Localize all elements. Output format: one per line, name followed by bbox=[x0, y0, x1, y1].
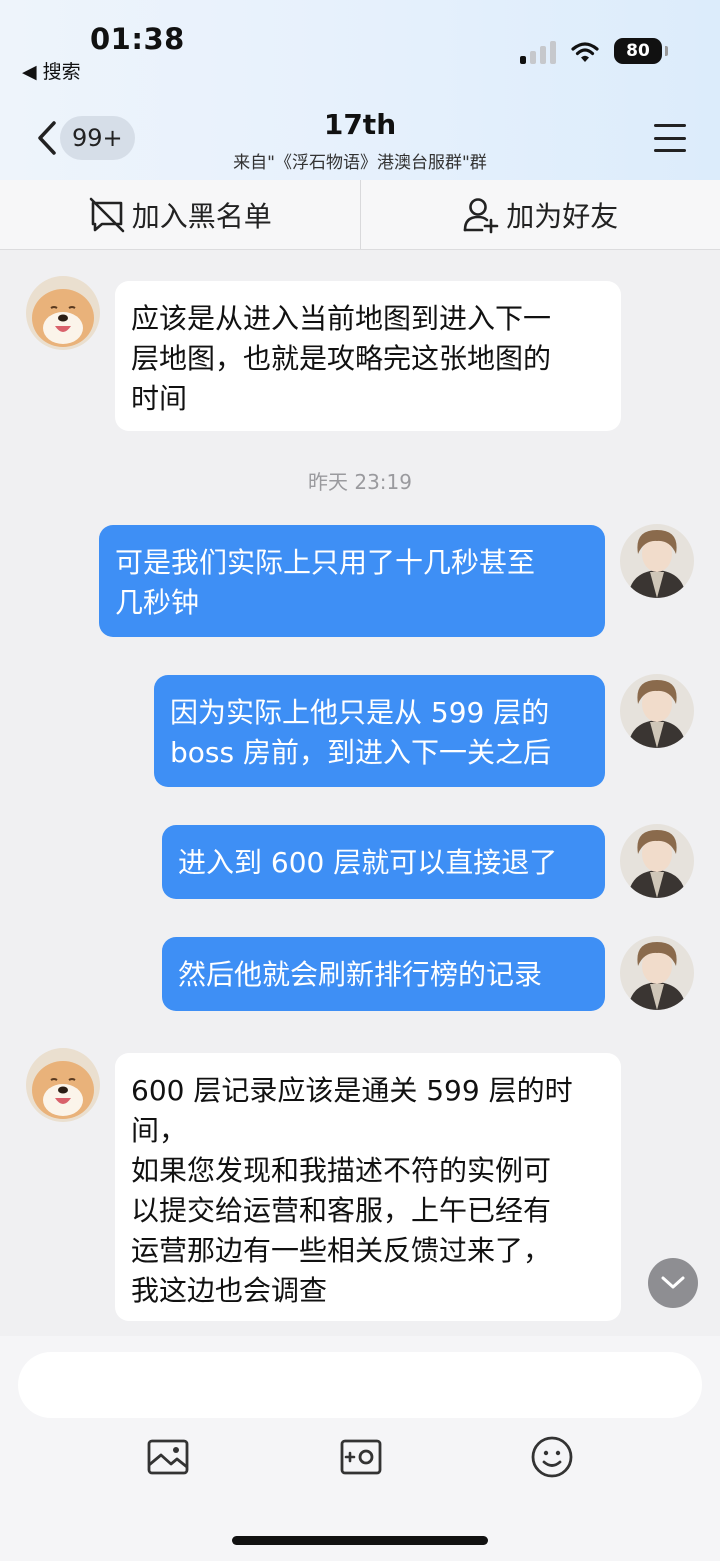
message-bubble[interactable]: 应该是从进入当前地图到进入下一 层地图，也就是攻略完这张地图的 时间 bbox=[115, 281, 621, 431]
dog-avatar[interactable] bbox=[26, 1048, 100, 1122]
status-time: 01:38 bbox=[90, 22, 185, 56]
camera-icon bbox=[340, 1439, 382, 1475]
message-bubble[interactable]: 进入到 600 层就可以直接退了 bbox=[162, 825, 605, 899]
message-bubble[interactable]: 因为实际上他只是从 599 层的 boss 房前，到进入下一关之后 bbox=[154, 675, 605, 787]
message-input[interactable] bbox=[18, 1352, 702, 1418]
chevron-down-icon bbox=[661, 1276, 685, 1289]
status-back-link[interactable]: ◀ 搜索 bbox=[22, 57, 81, 84]
chat-subtitle: 来自"《浮石物语》港澳台服群"群 bbox=[233, 153, 487, 173]
home-indicator bbox=[232, 1536, 488, 1545]
add-friend-label: 加为好友 bbox=[506, 199, 619, 233]
composer-area bbox=[0, 1336, 720, 1561]
block-chat-icon bbox=[89, 197, 125, 232]
anime-avatar[interactable] bbox=[620, 524, 694, 598]
emoji-button[interactable] bbox=[529, 1434, 575, 1480]
message-bubble[interactable]: 可是我们实际上只用了十几秒甚至 几秒钟 bbox=[99, 525, 605, 637]
chat-header: 99+ 17th 来自"《浮石物语》港澳台服群"群 bbox=[0, 100, 720, 180]
dog-avatar[interactable] bbox=[26, 276, 100, 350]
anime-avatar[interactable] bbox=[620, 824, 694, 898]
blacklist-label: 加入黑名单 bbox=[131, 199, 272, 233]
add-friend-button[interactable]: 加为好友 bbox=[361, 180, 720, 249]
menu-icon[interactable] bbox=[654, 124, 686, 152]
signal-icon bbox=[520, 40, 556, 64]
camera-button[interactable] bbox=[338, 1434, 384, 1480]
wifi-icon bbox=[571, 42, 599, 62]
anime-avatar[interactable] bbox=[620, 674, 694, 748]
image-button[interactable] bbox=[145, 1434, 191, 1480]
image-icon bbox=[147, 1439, 189, 1475]
status-indicators: 80 bbox=[520, 38, 668, 64]
message-bubble[interactable]: 然后他就会刷新排行榜的记录 bbox=[162, 937, 605, 1011]
message-timestamp: 昨天 23:19 bbox=[308, 470, 412, 494]
battery-indicator: 80 bbox=[614, 38, 668, 64]
emoji-icon bbox=[531, 1436, 573, 1478]
stranger-action-bar: 加入黑名单 加为好友 bbox=[0, 180, 720, 250]
blacklist-button[interactable]: 加入黑名单 bbox=[0, 180, 360, 249]
scroll-to-bottom-button[interactable] bbox=[648, 1258, 698, 1308]
anime-avatar[interactable] bbox=[620, 936, 694, 1010]
add-user-icon bbox=[463, 197, 499, 233]
chat-title: 17th bbox=[323, 108, 397, 141]
message-bubble[interactable]: 600 层记录应该是通关 599 层的时 间， 如果您发现和我描述不符的实例可 … bbox=[115, 1053, 621, 1321]
